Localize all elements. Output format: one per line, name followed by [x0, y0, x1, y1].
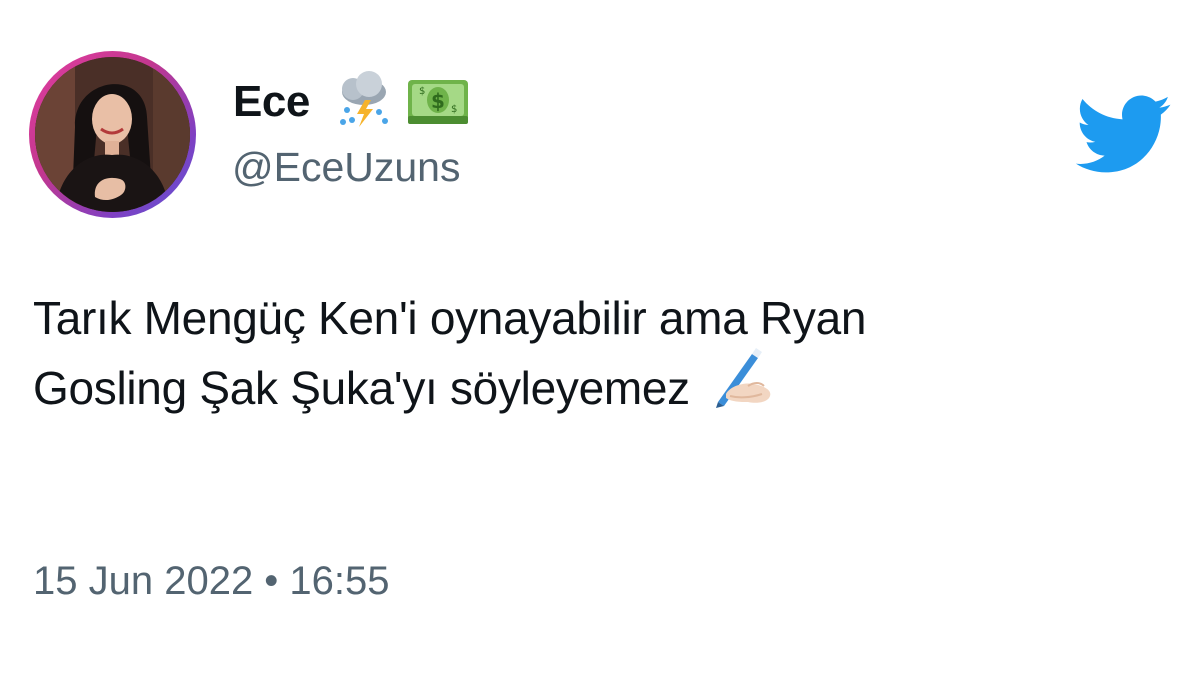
user-handle[interactable]: @EceUzuns — [232, 142, 460, 192]
tweet-text-line-2-text: Gosling Şak Şuka'yı söyleyemez — [33, 362, 690, 415]
writing-hand-emoji — [710, 346, 776, 426]
svg-text:$: $ — [419, 86, 425, 97]
dollar-banknote-emoji: $ $ $ — [406, 70, 470, 137]
svg-text:$: $ — [451, 104, 457, 115]
avatar-ring[interactable] — [29, 51, 196, 218]
cloud-rain-lightning-emoji — [333, 70, 395, 137]
twitter-bird-icon[interactable] — [1072, 92, 1172, 179]
tweet-timestamp[interactable]: 15 Jun 2022 • 16:55 — [33, 556, 390, 606]
avatar[interactable] — [35, 57, 190, 212]
tweet-text-line-2: Gosling Şak Şuka'yı söyleyemez — [33, 348, 1133, 432]
display-name[interactable]: Ece — [233, 76, 310, 128]
tweet-text-line-1: Tarık Mengüç Ken'i oynayabilir ama Ryan — [33, 292, 867, 344]
tweet-text: Tarık Mengüç Ken'i oynayabilir ama Ryan … — [33, 284, 1133, 432]
svg-text:$: $ — [431, 89, 445, 113]
tweet-card: Ece $ $ $ @EceUzuns Tarık Mengüç Ken'i o… — [0, 0, 1200, 675]
